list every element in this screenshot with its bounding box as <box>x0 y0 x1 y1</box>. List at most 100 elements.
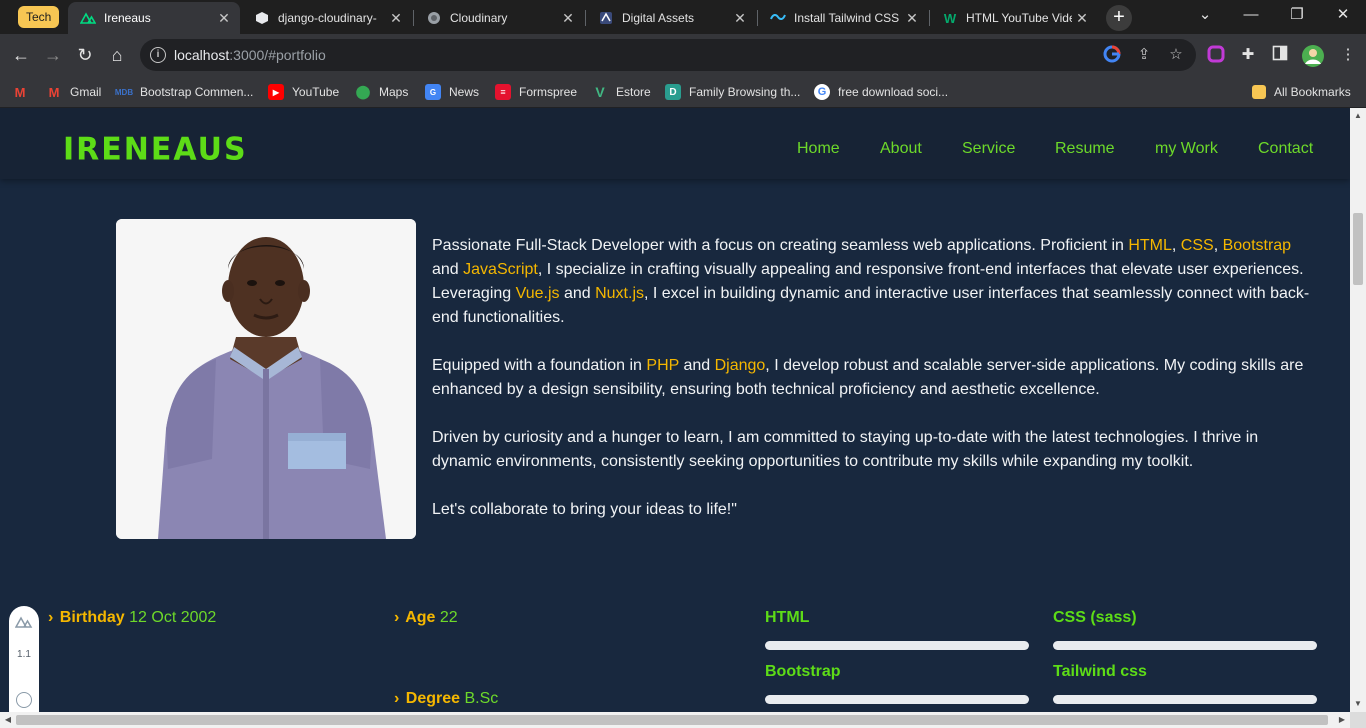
bookmark-gmail[interactable]: M Gmail <box>46 82 102 102</box>
tab-install-tailwind[interactable]: Install Tailwind CSS ✕ <box>758 2 928 34</box>
bio-paragraph-2: Equipped with a foundation in PHP and Dj… <box>432 354 1322 402</box>
home-button[interactable]: ⌂ <box>102 40 132 70</box>
bookmark-youtube[interactable]: ▶ YouTube <box>268 82 339 102</box>
tab-django-cloudinary[interactable]: django-cloudinary- ✕ <box>242 2 412 34</box>
bookmark-star-icon[interactable]: ☆ <box>1166 45 1186 65</box>
skill-fill <box>1053 641 1317 650</box>
bookmark-label: Formspree <box>519 85 578 99</box>
back-button[interactable]: ← <box>6 40 36 70</box>
tab-ireneaus[interactable]: Ireneaus ✕ <box>68 2 240 34</box>
scroll-down-arrow-icon[interactable]: ▼ <box>1350 696 1366 712</box>
vertical-scrollbar[interactable]: ▲ ▼ <box>1350 108 1366 712</box>
url-text[interactable]: localhost:3000/#portfolio <box>174 47 326 63</box>
skill-bar-tailwind <box>1053 695 1317 704</box>
fact-label: Birthday <box>59 609 125 626</box>
tab-digital-assets[interactable]: Digital Assets ✕ <box>586 2 756 34</box>
close-icon[interactable]: ✕ <box>1072 10 1092 27</box>
bookmark-formspree[interactable]: ≡ Formspree <box>495 82 577 102</box>
url-path: :3000/#portfolio <box>229 47 326 63</box>
youtube-icon: ▶ <box>268 84 284 100</box>
bookmark-gmail-m[interactable]: M <box>12 82 36 102</box>
tech-highlight: Bootstrap <box>1222 237 1292 254</box>
skill-bar-css <box>1053 641 1317 650</box>
bookmark-label: Family Browsing th... <box>689 85 801 99</box>
reload-button[interactable]: ↻ <box>70 40 100 70</box>
bookmark-label: Estore <box>616 85 651 99</box>
bookmark-free-download[interactable]: G free download soci... <box>814 82 948 102</box>
skill-bar-html <box>765 641 1029 650</box>
digital-assets-icon <box>598 10 614 26</box>
horizontal-scrollbar[interactable]: ◀ ▶ <box>0 712 1350 728</box>
bio-paragraph-4: Let's collaborate to bring your ideas to… <box>432 501 737 518</box>
close-icon[interactable]: ✕ <box>558 10 578 27</box>
close-icon[interactable]: ✕ <box>730 10 750 27</box>
tab-group-chip[interactable]: Tech <box>18 6 60 28</box>
d-icon: D <box>665 84 681 100</box>
tab-title: Install Tailwind CSS <box>794 11 900 25</box>
chevron-right-icon: › <box>394 690 400 707</box>
bio-text: , <box>1213 237 1223 254</box>
close-icon[interactable]: ✕ <box>214 10 234 27</box>
bookmark-label: Bootstrap Commen... <box>140 85 254 99</box>
devtools-timing: 1.1 <box>17 649 31 660</box>
nav-resume[interactable]: Resume <box>1055 140 1115 158</box>
tech-highlight: Django <box>714 357 766 374</box>
tech-highlight: HTML <box>1128 237 1172 254</box>
site-logo[interactable]: IRENEAUS <box>63 131 248 168</box>
menu-kebab-icon[interactable]: ⋮ <box>1338 45 1358 65</box>
bio-paragraph-1: Passionate Full-Stack Developer with a f… <box>432 234 1322 330</box>
nav-about[interactable]: About <box>880 140 922 158</box>
close-icon[interactable]: ✕ <box>386 10 406 27</box>
new-tab-button[interactable]: + <box>1106 5 1132 31</box>
google-lens-icon[interactable] <box>1102 45 1122 65</box>
inspect-target-icon[interactable] <box>16 692 32 708</box>
tab-cloudinary[interactable]: Cloudinary ✕ <box>414 2 584 34</box>
nuxt-icon <box>14 616 33 630</box>
gmail-icon: M <box>14 84 26 100</box>
close-window-button[interactable]: ✕ <box>1320 0 1366 32</box>
vertical-scroll-thumb[interactable] <box>1353 213 1363 285</box>
skill-label-tailwind: Tailwind css <box>1053 663 1147 680</box>
bio-text: Passionate Full-Stack Developer with a f… <box>432 237 1129 254</box>
nav-contact[interactable]: Contact <box>1258 140 1313 158</box>
forward-button[interactable]: → <box>38 40 68 70</box>
close-icon[interactable]: ✕ <box>902 10 922 27</box>
bookmark-label: All Bookmarks <box>1274 85 1351 99</box>
skill-fill <box>765 641 1029 650</box>
w3schools-icon: W <box>943 10 957 26</box>
bookmark-news[interactable]: G News <box>425 82 479 102</box>
bio-paragraph-3: Driven by curiosity and a hunger to lear… <box>432 429 1259 470</box>
fact-degree: › Degree B.Sc <box>394 690 498 708</box>
scroll-left-arrow-icon[interactable]: ◀ <box>0 712 16 728</box>
fact-value: B.Sc <box>464 690 499 707</box>
page-viewport: IRENEAUS Home About Service Resume my Wo… <box>0 108 1350 712</box>
scroll-right-arrow-icon[interactable]: ▶ <box>1334 712 1350 728</box>
tab-html-youtube[interactable]: W HTML YouTube Vide ✕ <box>930 2 1098 34</box>
cube-icon <box>254 10 270 26</box>
bookmark-family-browsing[interactable]: D Family Browsing th... <box>665 82 800 102</box>
scroll-up-arrow-icon[interactable]: ▲ <box>1350 108 1366 124</box>
fact-value: 22 <box>439 609 458 626</box>
nav-my-work[interactable]: my Work <box>1155 140 1218 158</box>
site-info-icon[interactable]: i <box>150 47 166 63</box>
address-bar[interactable]: i localhost:3000/#portfolio ⇪ ☆ <box>140 39 1196 71</box>
color-picker-extension-icon[interactable] <box>1206 45 1226 65</box>
restore-button[interactable]: ❐ <box>1274 0 1320 32</box>
bookmark-all-bookmarks[interactable]: All Bookmarks <box>1252 82 1351 102</box>
side-panel-icon[interactable] <box>1270 45 1290 65</box>
bookmark-bootstrap[interactable]: MDB Bootstrap Commen... <box>115 82 254 102</box>
extensions-puzzle-icon[interactable]: ✚ <box>1238 45 1258 65</box>
horizontal-scroll-thumb[interactable] <box>16 715 1328 725</box>
bookmark-maps[interactable]: ⬤ Maps <box>355 82 409 102</box>
nuxt-devtools-pill[interactable]: 1.1 <box>9 606 39 712</box>
google-icon: G <box>814 84 830 100</box>
profile-avatar-icon[interactable] <box>1302 45 1324 67</box>
nav-home[interactable]: Home <box>797 140 840 158</box>
nav-service[interactable]: Service <box>962 140 1015 158</box>
minimize-button[interactable]: — <box>1228 0 1274 32</box>
browser-toolbar: ← → ↻ ⌂ i localhost:3000/#portfolio ⇪ ☆ … <box>0 34 1366 76</box>
share-icon[interactable]: ⇪ <box>1134 45 1154 65</box>
fact-age: › Age 22 <box>394 609 458 627</box>
tab-search-button[interactable]: ⌄ <box>1182 0 1228 32</box>
bookmark-estore[interactable]: V Estore <box>592 82 651 102</box>
